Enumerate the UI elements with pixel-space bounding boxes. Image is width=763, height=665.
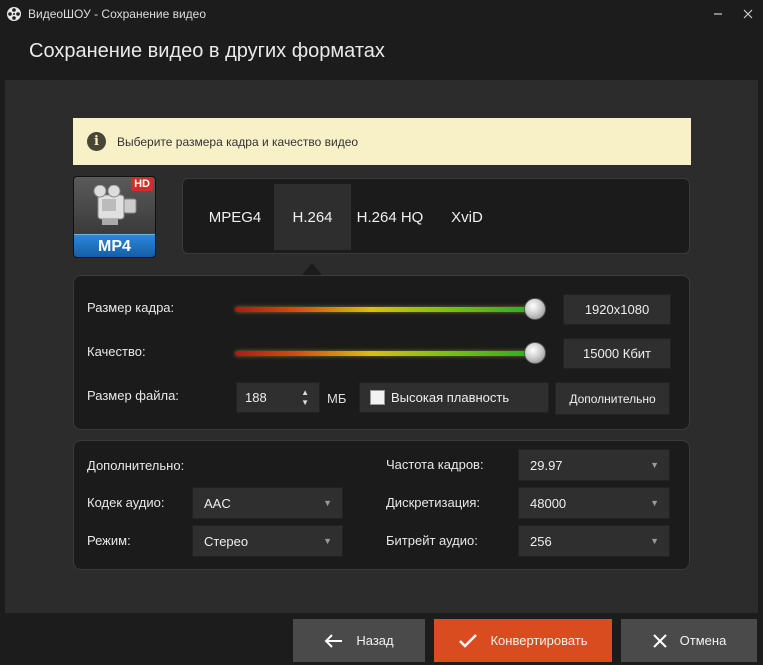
format-badge[interactable]: HD MP4 (73, 176, 156, 258)
mode-label: Режим: (87, 533, 131, 548)
cancel-label: Отмена (679, 633, 727, 648)
codec-tabs: MPEG4 H.264 H.264 HQ XviD (182, 178, 690, 254)
chevron-down-icon: ▼ (650, 460, 659, 470)
chevron-down-icon: ▼ (323, 536, 332, 546)
tab-mpeg4[interactable]: MPEG4 (200, 184, 270, 250)
arrow-left-icon (324, 633, 343, 648)
chevron-up-icon[interactable]: ▲ (301, 388, 309, 398)
tab-h264[interactable]: H.264 (274, 184, 351, 250)
convert-label: Конвертировать (490, 633, 588, 648)
back-label: Назад (356, 633, 394, 648)
file-size-value: 188 (245, 390, 267, 405)
close-icon (743, 9, 753, 19)
chevron-down-icon[interactable]: ▼ (301, 398, 309, 408)
sampling-dropdown[interactable]: 48000 ▼ (518, 487, 670, 519)
back-button[interactable]: Назад (293, 619, 425, 662)
audio-codec-dropdown[interactable]: AAC ▼ (192, 487, 343, 519)
advanced-button[interactable]: Дополнительно (555, 382, 670, 415)
high-smoothness-label: Высокая плавность (391, 390, 510, 405)
tab-pointer (302, 263, 322, 275)
page-header: Сохранение видео в других форматах (0, 28, 763, 80)
format-label: MP4 (74, 234, 155, 257)
mode-dropdown[interactable]: Стерео ▼ (192, 525, 343, 557)
tab-h264-hq[interactable]: H.264 HQ (353, 184, 427, 250)
high-smoothness-checkbox[interactable]: Высокая плавность (359, 382, 549, 413)
audio-codec-value: AAC (204, 495, 231, 511)
fps-label: Частота кадров: (386, 457, 484, 472)
cancel-button[interactable]: Отмена (621, 619, 757, 662)
quality-slider[interactable] (235, 351, 538, 356)
quality-slider-thumb[interactable] (524, 342, 546, 364)
audio-codec-label: Кодек аудио: (87, 495, 165, 510)
page-title: Сохранение видео в других форматах (29, 40, 385, 62)
bitrate-dropdown[interactable]: 256 ▼ (518, 525, 670, 557)
frame-size-slider-thumb[interactable] (524, 298, 546, 320)
info-banner: i Выберите размера кадра и качество виде… (73, 118, 691, 165)
video-camera-icon (93, 185, 137, 225)
fps-value: 29.97 (530, 457, 563, 473)
minimize-button[interactable] (703, 0, 733, 28)
checkmark-icon (459, 633, 478, 648)
quality-label: Качество: (87, 344, 146, 359)
bitrate-label: Битрейт аудио: (386, 533, 478, 548)
frame-size-value: 1920x1080 (563, 294, 671, 325)
sampling-value: 48000 (530, 495, 567, 511)
hd-badge: HD (131, 177, 153, 191)
sampling-label: Дискретизация: (386, 495, 481, 510)
file-size-label: Размер файла: (87, 388, 179, 403)
mode-value: Стерео (204, 533, 249, 549)
minimize-icon (714, 13, 722, 15)
tab-xvid[interactable]: XviD (443, 184, 491, 250)
title-bar: ВидеоШОУ - Сохранение видео (0, 0, 763, 28)
file-size-stepper[interactable]: 188 ▲ ▼ (236, 382, 320, 413)
frame-size-label: Размер кадра: (87, 300, 175, 315)
convert-button[interactable]: Конвертировать (434, 619, 612, 662)
close-button[interactable] (733, 0, 763, 28)
file-size-unit: МБ (327, 391, 347, 406)
film-reel-icon (7, 7, 21, 21)
chevron-down-icon: ▼ (323, 498, 332, 508)
chevron-down-icon: ▼ (650, 498, 659, 508)
extra-title: Дополнительно: (87, 458, 185, 473)
checkbox-square[interactable] (370, 390, 385, 405)
frame-size-slider[interactable] (235, 307, 538, 312)
info-icon: i (87, 132, 106, 151)
fps-dropdown[interactable]: 29.97 ▼ (518, 449, 670, 481)
close-icon (652, 633, 667, 648)
info-text: Выберите размера кадра и качество видео (117, 134, 359, 149)
window-title: ВидеоШОУ - Сохранение видео (28, 7, 207, 21)
bitrate-value: 256 (530, 533, 552, 549)
chevron-down-icon: ▼ (650, 536, 659, 546)
quality-value: 15000 Кбит (563, 338, 671, 369)
